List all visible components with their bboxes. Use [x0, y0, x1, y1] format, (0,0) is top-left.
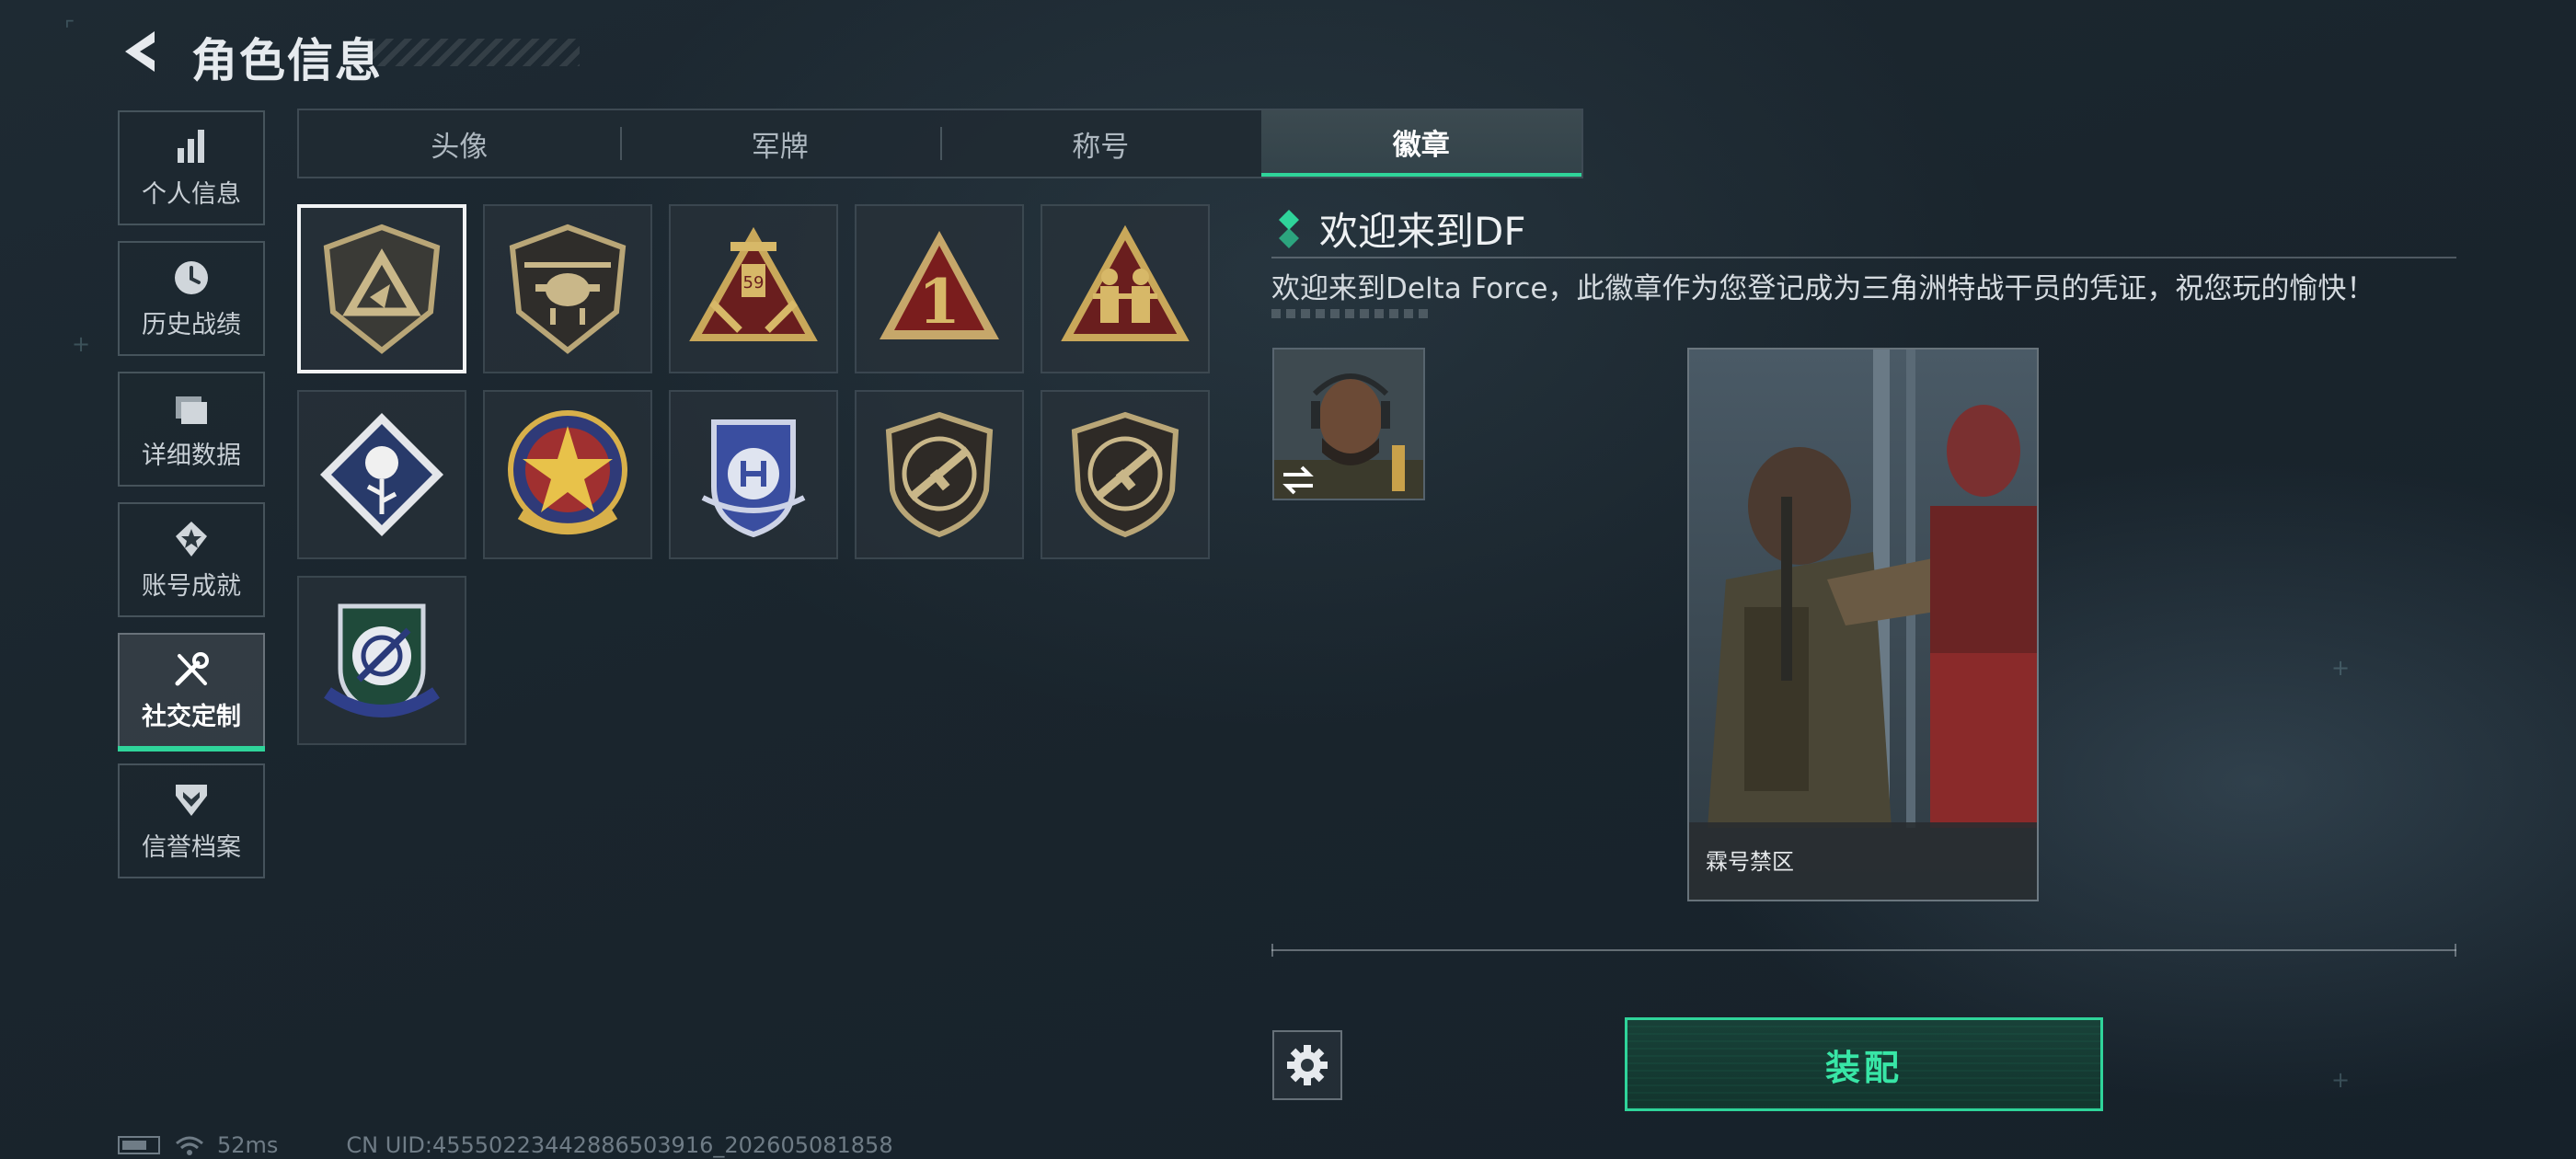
- shield-chevron-icon: [176, 785, 207, 816]
- sidebar-item-label: 详细数据: [142, 442, 241, 470]
- badge-slot[interactable]: [669, 390, 838, 559]
- equip-button[interactable]: 装配: [1625, 1017, 2103, 1111]
- ping-value: 52ms: [217, 1132, 279, 1158]
- sidebar-item-label: 社交定制: [142, 703, 241, 731]
- user-uid: CN UID:4555022344288650391​6_20260508185…: [346, 1132, 893, 1158]
- soldiers-triangle-badge-icon: [1061, 224, 1190, 341]
- sidebar-item-label: 个人信息: [142, 180, 241, 209]
- panel-divider-cap: [1271, 944, 1273, 957]
- badge-description: 欢迎来到Delta Force，此徽章作为您登记成为三角洲特战干员的凭证，祝您玩…: [1271, 272, 2375, 305]
- back-button[interactable]: [118, 28, 166, 75]
- svg-text:1: 1: [918, 266, 960, 338]
- badge-name: 欢迎来到DF: [1319, 209, 1526, 254]
- category-tabs: 头像 军牌 称号 徽章: [297, 109, 1583, 178]
- tab-title[interactable]: 称号: [940, 110, 1261, 177]
- settings-button[interactable]: [1272, 1030, 1342, 1100]
- tab-avatar[interactable]: 头像: [299, 110, 620, 177]
- sidebar-item-personal-info[interactable]: 个人信息: [118, 110, 265, 225]
- wifi-icon: [176, 1136, 203, 1155]
- decor-plus: +: [72, 331, 91, 357]
- panel-divider-cap: [2455, 944, 2456, 957]
- badge-slot[interactable]: [483, 204, 652, 373]
- title-marker-icon: [1279, 210, 1299, 248]
- star-roundel-badge-icon: [508, 410, 627, 534]
- number-one-triangle-badge-icon: 1: [880, 231, 999, 339]
- title-divider: [1271, 257, 2456, 258]
- sidebar-item-label: 历史战绩: [142, 311, 241, 339]
- badge-slot[interactable]: [855, 390, 1024, 559]
- tab-badge[interactable]: 徽章: [1260, 110, 1581, 177]
- battery-icon: [118, 1136, 160, 1154]
- badge-slot[interactable]: [1041, 204, 1210, 373]
- swap-icon: [1282, 465, 1314, 495]
- wrench-screwdriver-icon: [175, 652, 209, 686]
- title-decoration: [368, 39, 580, 66]
- sidebar-item-social-custom[interactable]: 社交定制: [118, 633, 265, 752]
- gear-icon: [1287, 1045, 1328, 1085]
- badge-slot[interactable]: [297, 390, 466, 559]
- medal-star-icon: [176, 522, 207, 557]
- back-arrow-icon: [125, 31, 155, 72]
- description-decoration: [1271, 309, 1433, 318]
- clock-icon: [175, 261, 208, 294]
- rifle-shield-badge-icon: [885, 411, 994, 538]
- badge-slot[interactable]: [297, 204, 466, 373]
- sidebar-item-label: 信誉档案: [142, 833, 241, 862]
- badge-slot[interactable]: 59: [669, 204, 838, 373]
- sidebar-item-match-history[interactable]: 历史战绩: [118, 241, 265, 356]
- status-footer: 52ms CN UID:4555022344288650391​6_202605…: [118, 1131, 893, 1159]
- crosshair-knife-badge-icon: [324, 603, 440, 717]
- card-caption: 霖号禁区: [1706, 849, 1794, 875]
- page-title: 角色信息: [191, 34, 383, 87]
- blue-crest-badge-icon: [701, 419, 806, 538]
- sidebar-item-detailed-data[interactable]: 详细数据: [118, 372, 265, 487]
- delta-shield-badge-icon: [323, 224, 441, 354]
- folder-icon: [176, 396, 207, 424]
- bar-chart-icon: [178, 130, 204, 163]
- decor-plus: +: [2331, 1067, 2351, 1093]
- operator-card: 霖号禁区: [1687, 348, 2039, 901]
- rose-diamond-badge-icon: [320, 413, 443, 536]
- numbered-59-badge-icon: 59: [689, 226, 818, 341]
- decor-bracket: ⌜: [64, 17, 75, 42]
- panel-divider: [1271, 949, 2456, 951]
- badge-slot[interactable]: [1041, 390, 1210, 559]
- sidebar-item-reputation[interactable]: 信誉档案: [118, 763, 265, 878]
- badge-slot[interactable]: [297, 576, 466, 745]
- sidebar-item-label: 账号成就: [142, 572, 241, 601]
- svg-text:59: 59: [743, 273, 765, 293]
- tab-dogtag[interactable]: 军牌: [619, 110, 941, 177]
- badge-slot[interactable]: [483, 390, 652, 559]
- decor-plus: +: [2331, 655, 2351, 681]
- sidebar-item-achievements[interactable]: 账号成就: [118, 502, 265, 617]
- badge-slot[interactable]: 1: [855, 204, 1024, 373]
- operator-avatar[interactable]: [1272, 348, 1425, 500]
- rifle-shield-badge-icon: [1071, 411, 1179, 538]
- helicopter-badge-icon: [509, 224, 627, 354]
- operator-card-art-icon: [1689, 350, 2037, 900]
